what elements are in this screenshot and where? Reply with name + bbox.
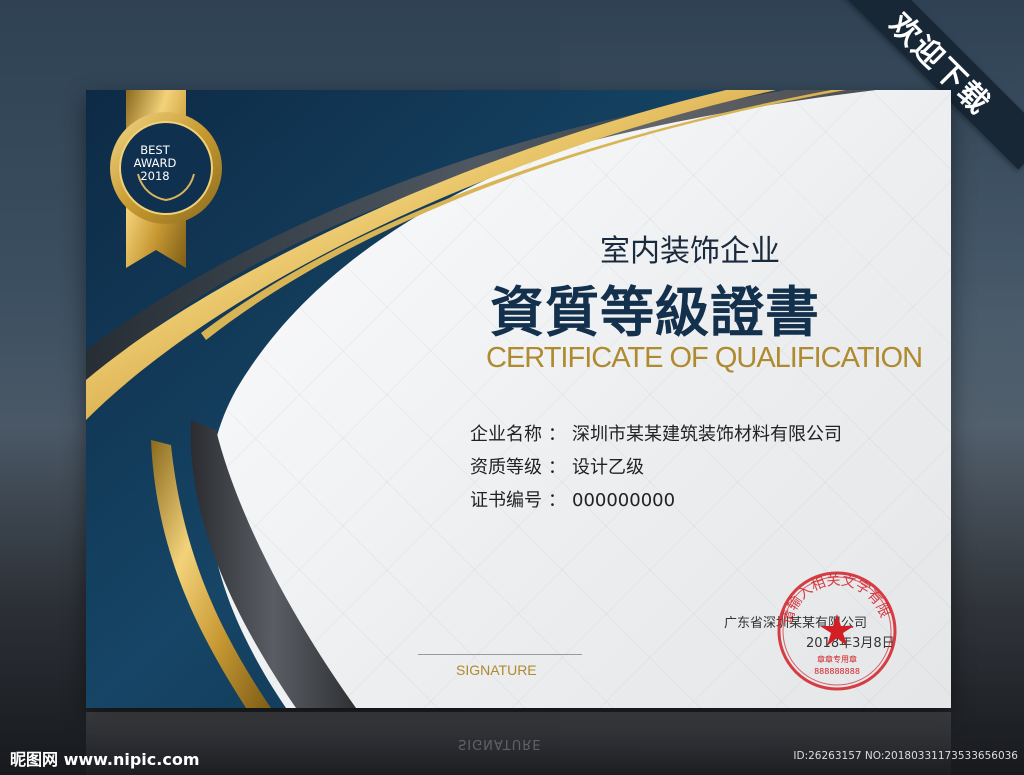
field-label: 企业名称: [470, 424, 542, 445]
field-level: 资质等级 ： 设计乙级: [470, 453, 644, 479]
badge-text: BEST AWARD 2018: [110, 144, 200, 183]
field-label: 资质等级: [470, 457, 542, 478]
field-value: 设计乙级: [572, 457, 644, 478]
field-label: 证书编号: [470, 490, 542, 511]
signature-label: SIGNATURE: [456, 662, 537, 678]
badge-line3: 2018: [140, 169, 170, 183]
field-company: 企业名称 ： 深圳市某某建筑装饰材料有限公司: [470, 420, 842, 446]
certificate-title: 資質等級證書: [490, 281, 820, 344]
reflected-signature-label: SIGNATURE: [458, 736, 542, 751]
certificate-title-english: CERTIFICATE OF QUALIFICATION: [486, 342, 923, 374]
field-value: 深圳市某某建筑装饰材料有限公司: [572, 424, 842, 445]
certificate-reflection: SIGNATURE: [86, 712, 951, 775]
field-separator: ：: [548, 424, 566, 445]
field-number: 证书编号 ： 000000000: [470, 486, 675, 512]
signature-line: [418, 654, 582, 655]
certificate-subtitle: 室内装饰企业: [600, 234, 780, 269]
image-id-watermark: ID:26263157 NO:20180331173533656036: [793, 750, 1018, 762]
stamp-small-text: 章章专用章: [817, 654, 857, 664]
site-watermark-logo: 昵图网 www.nipic.com: [10, 750, 200, 769]
red-seal-stamp: 请输入相关文字有限 章章专用章 888888888: [777, 571, 897, 691]
field-separator: ：: [548, 457, 566, 478]
field-separator: ：: [548, 490, 566, 511]
field-value: 000000000: [572, 490, 676, 511]
stamp-number: 888888888: [814, 667, 860, 676]
